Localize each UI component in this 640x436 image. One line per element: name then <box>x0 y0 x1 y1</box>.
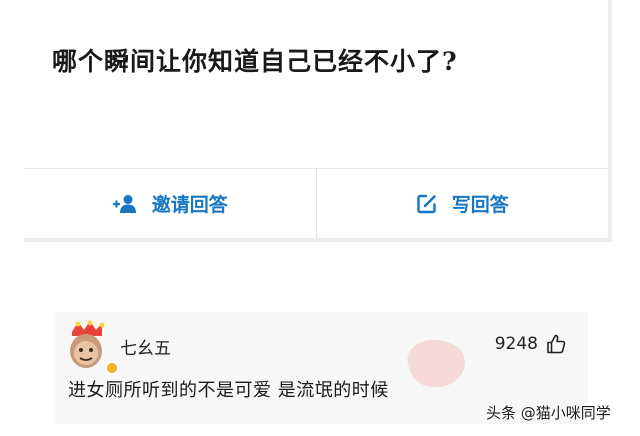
invite-answer-label: 邀请回答 <box>151 194 228 216</box>
source-watermark: 头条 @猫小咪同学 <box>486 404 611 422</box>
thumbs-up-icon <box>547 334 566 354</box>
avatar[interactable] <box>64 320 119 375</box>
like-count: 9248 <box>494 334 538 354</box>
question-action-bar: 邀请回答 写回答 <box>24 168 608 238</box>
answer-username[interactable]: 七幺五 <box>120 334 171 359</box>
add-user-icon <box>112 194 136 213</box>
edit-icon <box>417 194 436 213</box>
like-button[interactable]: 9248 <box>495 334 566 354</box>
verified-badge-icon <box>105 361 119 375</box>
answer-body[interactable]: 进女厕所听到的不是可爱 是流氓的时候 <box>68 376 389 402</box>
question-card: 哪个瞬间让你知道自己已经不小了? 邀请回答 写回答 <box>24 0 612 242</box>
question-title[interactable]: 哪个瞬间让你知道自己已经不小了? <box>52 42 458 78</box>
stamp-watermark-icon <box>407 339 465 388</box>
write-answer-button[interactable]: 写回答 <box>315 169 609 238</box>
section-divider <box>0 246 640 310</box>
write-answer-label: 写回答 <box>451 194 509 216</box>
invite-answer-button[interactable]: 邀请回答 <box>24 169 316 238</box>
